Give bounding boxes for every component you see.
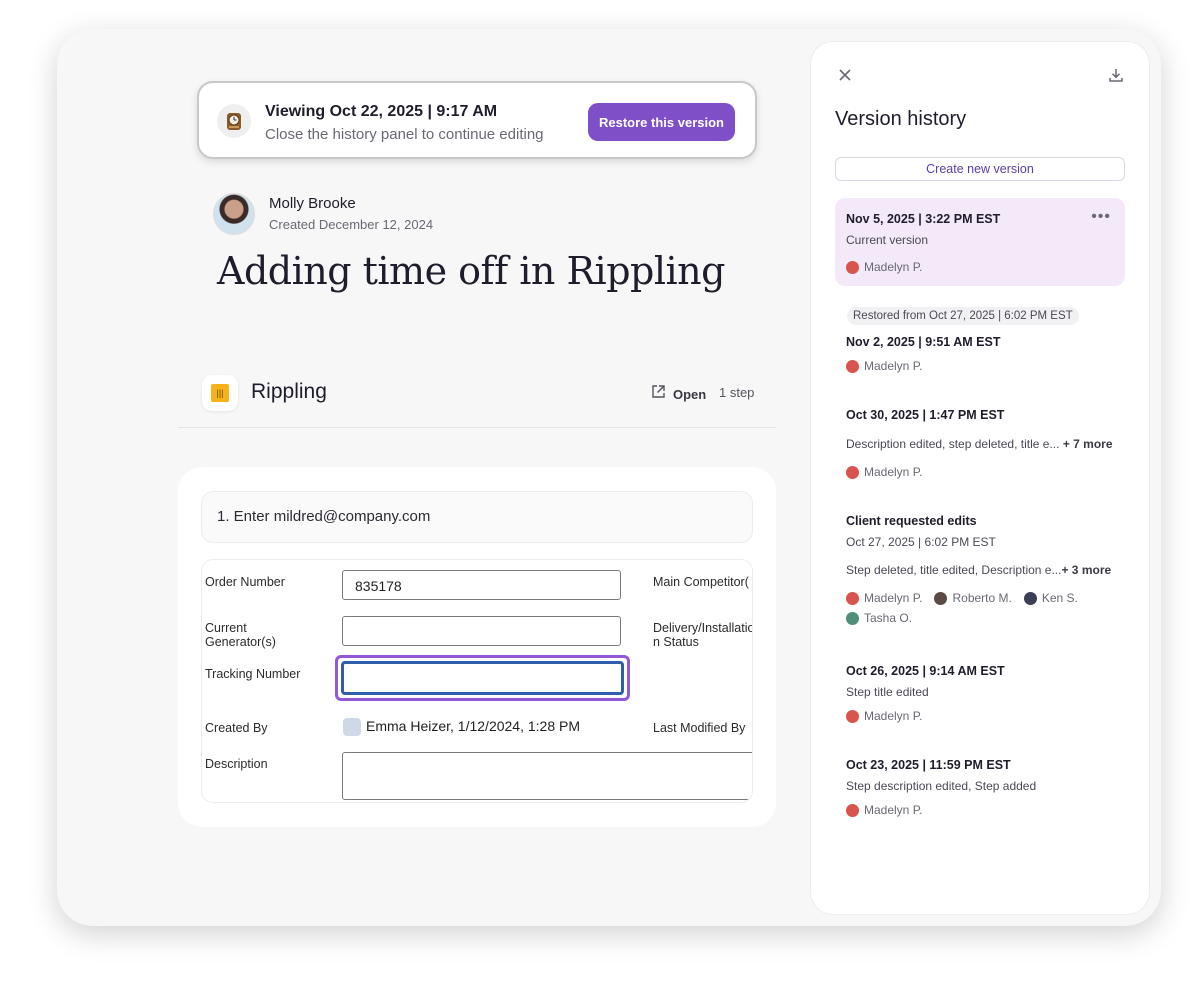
external-link-icon bbox=[651, 384, 666, 404]
version-date: Nov 2, 2025 | 9:51 AM EST bbox=[846, 335, 1001, 349]
panel-title: Version history bbox=[835, 108, 967, 130]
rippling-logo-icon: ||| bbox=[202, 375, 238, 411]
created-by-label: Created By bbox=[205, 721, 268, 735]
version-user: Madelyn P. bbox=[846, 260, 922, 274]
more-options-icon[interactable]: ••• bbox=[1091, 208, 1111, 226]
app-name: Rippling bbox=[251, 380, 327, 403]
version-item[interactable]: Oct 26, 2025 | 9:14 AM EST Step title ed… bbox=[835, 664, 1125, 734]
version-item[interactable]: Restored from Oct 27, 2025 | 6:02 PM EST… bbox=[835, 306, 1125, 386]
version-user: Madelyn P. bbox=[846, 465, 922, 479]
version-name: Client requested edits bbox=[846, 514, 977, 528]
restore-version-button[interactable]: Restore this version bbox=[588, 103, 735, 141]
version-item[interactable]: Client requested edits Oct 27, 2025 | 6:… bbox=[835, 514, 1125, 634]
viewing-title: Viewing Oct 22, 2025 | 9:17 AM bbox=[265, 103, 498, 120]
version-item[interactable]: Oct 23, 2025 | 11:59 PM EST Step descrip… bbox=[835, 758, 1125, 828]
version-date: Oct 26, 2025 | 9:14 AM EST bbox=[846, 664, 1005, 678]
version-users: Madelyn P. bbox=[846, 709, 1106, 723]
close-icon[interactable] bbox=[834, 64, 856, 86]
version-users: Madelyn P. bbox=[846, 359, 1106, 373]
version-date: Oct 30, 2025 | 1:47 PM EST bbox=[846, 408, 1005, 422]
version-item-current[interactable]: Nov 5, 2025 | 3:22 PM EST ••• Current ve… bbox=[835, 198, 1125, 286]
description-input[interactable] bbox=[342, 752, 752, 800]
created-date: Created December 12, 2024 bbox=[269, 217, 434, 232]
version-user: Tasha O. bbox=[846, 611, 912, 625]
open-label: Open bbox=[673, 386, 707, 402]
step-instruction-text: 1. Enter mildred@company.com bbox=[217, 508, 431, 525]
delivery-status-label-line1: Delivery/Installatio bbox=[653, 621, 753, 635]
user-avatar bbox=[934, 591, 948, 605]
description-label: Description bbox=[205, 757, 268, 771]
version-user: Roberto M. bbox=[934, 591, 1012, 605]
download-icon[interactable] bbox=[1105, 64, 1127, 86]
open-link[interactable]: Open bbox=[651, 384, 706, 404]
version-changes: Step description edited, Step added bbox=[846, 779, 1037, 793]
user-avatar bbox=[846, 803, 859, 817]
order-number-label: Order Number bbox=[205, 575, 285, 589]
version-changes: Step title edited bbox=[846, 685, 929, 699]
current-generator-label-line1: Current bbox=[205, 621, 247, 635]
version-date: Oct 27, 2025 | 6:02 PM EST bbox=[846, 535, 996, 549]
author-name: Molly Brooke bbox=[269, 195, 356, 212]
viewing-subtitle: Close the history panel to continue edit… bbox=[265, 126, 544, 143]
created-by-value: Emma Heizer, 1/12/2024, 1:28 PM bbox=[366, 718, 580, 734]
create-version-button[interactable]: Create new version bbox=[835, 157, 1125, 181]
version-users: Madelyn P. bbox=[846, 803, 1106, 817]
more-changes-link[interactable]: + 3 more bbox=[1061, 563, 1111, 577]
user-avatar bbox=[846, 611, 859, 625]
version-user: Madelyn P. bbox=[846, 591, 922, 605]
version-users: Madelyn P. Roberto M. Ken S. Tasha O. bbox=[846, 591, 1106, 625]
version-history-panel: Version history Create new version Nov 5… bbox=[811, 42, 1149, 914]
version-users: Madelyn P. bbox=[846, 465, 1106, 479]
clock-icon bbox=[217, 104, 251, 138]
user-avatar bbox=[846, 709, 859, 723]
step-card: 1. Enter mildred@company.com Order Numbe… bbox=[178, 467, 776, 827]
more-changes-link[interactable]: + 7 more bbox=[1063, 437, 1113, 451]
order-number-value: 835178 bbox=[355, 578, 402, 594]
version-changes: Description edited, step deleted, title … bbox=[846, 437, 1113, 451]
version-user: Ken S. bbox=[1023, 591, 1078, 605]
version-date: Oct 23, 2025 | 11:59 PM EST bbox=[846, 758, 1011, 772]
app-row: ||| Rippling Open 1 step bbox=[178, 369, 776, 428]
current-generator-label-line2: Generator(s) bbox=[205, 635, 276, 649]
viewing-banner: Viewing Oct 22, 2025 | 9:17 AM Close the… bbox=[197, 81, 757, 159]
tracking-number-label: Tracking Number bbox=[205, 667, 301, 681]
user-avatar bbox=[846, 359, 859, 373]
app-window: Viewing Oct 22, 2025 | 9:17 AM Close the… bbox=[57, 29, 1161, 926]
last-modified-label: Last Modified By bbox=[653, 721, 746, 735]
user-avatar bbox=[846, 591, 859, 605]
main-competitor-label: Main Competitor( bbox=[653, 575, 749, 589]
version-user: Madelyn P. bbox=[846, 359, 922, 373]
author-avatar bbox=[213, 193, 255, 235]
user-avatar bbox=[846, 465, 859, 479]
version-users: Madelyn P. bbox=[846, 260, 1106, 274]
user-avatar bbox=[846, 260, 859, 274]
user-avatar bbox=[1023, 591, 1037, 605]
step-screenshot-form: Order Number 835178 Main Competitor( Cur… bbox=[201, 559, 753, 803]
current-generator-input[interactable] bbox=[342, 616, 621, 646]
version-item[interactable]: Oct 30, 2025 | 1:47 PM EST Description e… bbox=[835, 408, 1125, 488]
step-count: 1 step bbox=[719, 385, 755, 400]
version-user: Madelyn P. bbox=[846, 803, 922, 817]
version-date: Nov 5, 2025 | 3:22 PM EST bbox=[846, 212, 1001, 226]
order-number-input[interactable]: 835178 bbox=[342, 570, 621, 600]
restored-badge: Restored from Oct 27, 2025 | 6:02 PM EST bbox=[847, 307, 1079, 325]
tracking-number-input[interactable] bbox=[341, 661, 624, 695]
version-changes: Step deleted, title edited, Description … bbox=[846, 563, 1112, 577]
document-title[interactable]: Adding time off in Rippling bbox=[217, 249, 725, 293]
version-user: Madelyn P. bbox=[846, 709, 922, 723]
user-avatar-icon bbox=[343, 718, 361, 736]
version-label: Current version bbox=[846, 233, 929, 247]
step-instruction[interactable]: 1. Enter mildred@company.com bbox=[201, 491, 753, 543]
delivery-status-label-line2: n Status bbox=[653, 635, 699, 649]
